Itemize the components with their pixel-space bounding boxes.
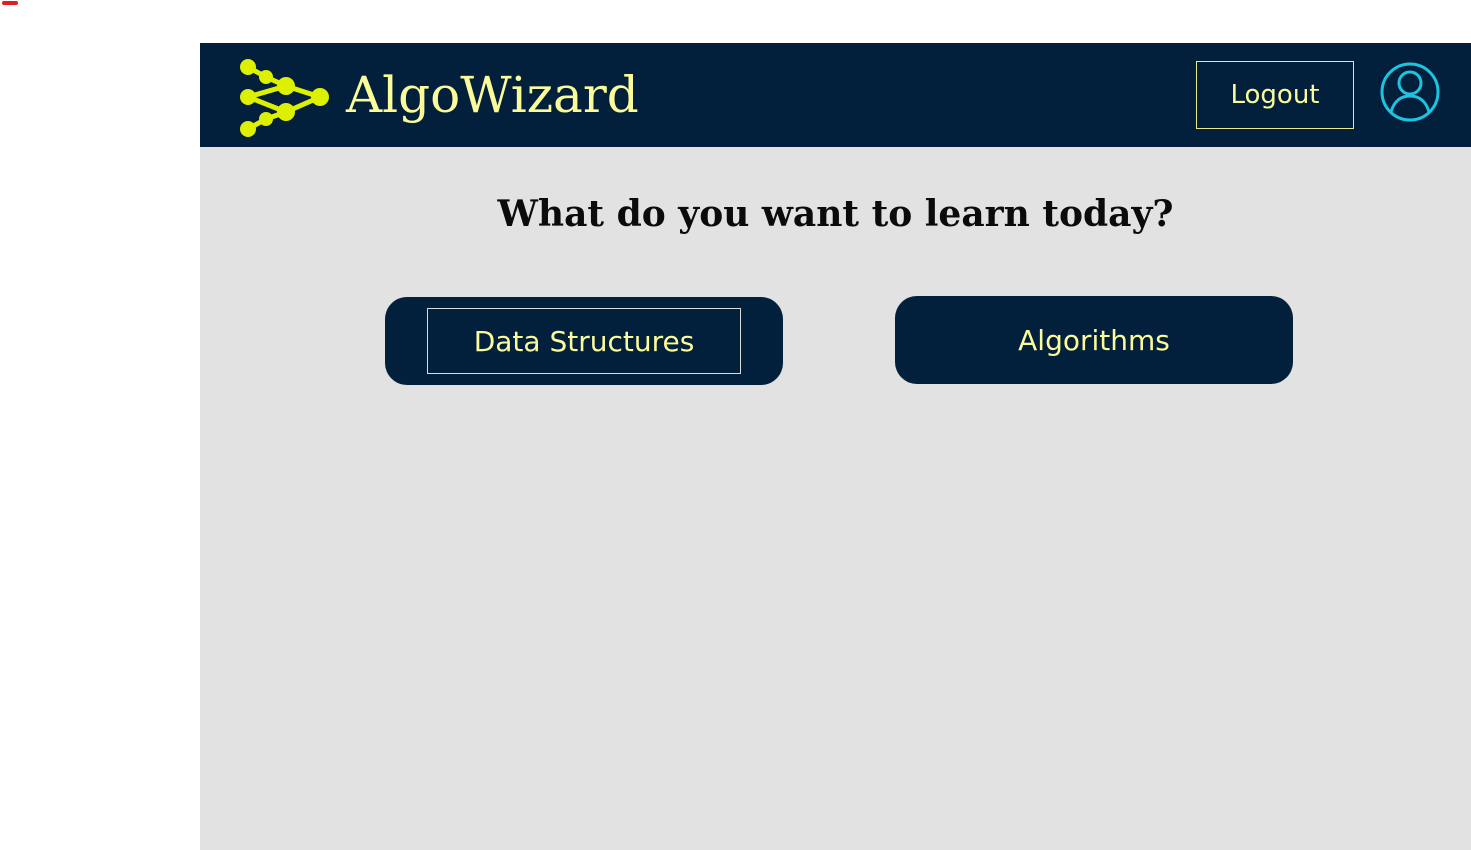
data-structures-button[interactable]: Data Structures [385,297,783,385]
network-graph-icon [240,59,329,137]
brand-name: AlgoWizard [346,66,639,124]
algorithms-label: Algorithms [1018,323,1170,357]
brand[interactable]: AlgoWizard [236,57,639,137]
algorithms-button[interactable]: Algorithms [895,296,1293,384]
page-question: What do you want to learn today? [497,193,1174,235]
user-circle-icon[interactable] [1379,61,1441,123]
corner-mark [2,1,18,5]
focus-outline: Data Structures [427,308,741,374]
app-window: AlgoWizard Logout What do you want to le… [200,43,1471,850]
top-navbar: AlgoWizard Logout [200,43,1471,147]
data-structures-label: Data Structures [473,324,695,358]
logout-button[interactable]: Logout [1196,61,1354,129]
